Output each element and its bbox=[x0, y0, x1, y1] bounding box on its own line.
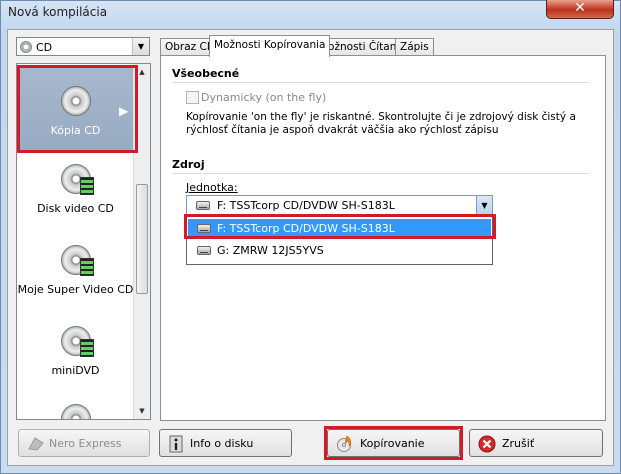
nero-express-button[interactable]: Nero Express bbox=[18, 429, 150, 457]
on-the-fly-checkbox[interactable] bbox=[186, 91, 199, 104]
chevron-down-icon[interactable]: ▼ bbox=[132, 38, 149, 55]
media-type-value: CD bbox=[36, 41, 53, 54]
nero-express-label: Nero Express bbox=[49, 437, 122, 450]
on-the-fly-warning: Kopírovanie 'on the fly' je riskantné. S… bbox=[186, 111, 576, 136]
disc-info-label: Info o disku bbox=[190, 437, 254, 450]
chevron-down-icon[interactable]: ▼ bbox=[476, 196, 492, 215]
window-title: Nová kompilácia bbox=[8, 5, 108, 19]
video-disc-icon bbox=[60, 164, 94, 195]
media-type-dropdown[interactable]: CD ▼ bbox=[16, 37, 150, 56]
source-section-title: Zdroj bbox=[172, 158, 205, 171]
general-section-title: Všeobecné bbox=[172, 67, 240, 80]
list-item-super-video-cd[interactable]: Moje Super Video CD bbox=[17, 245, 134, 305]
drive-option-g[interactable]: G: ZMRW 12JS5YVS bbox=[188, 241, 491, 261]
scroll-down-icon[interactable]: ▼ bbox=[134, 403, 150, 419]
drive-icon bbox=[197, 246, 211, 255]
disc-icon bbox=[60, 404, 91, 419]
tab-burn[interactable]: Zápis bbox=[395, 38, 434, 56]
section-divider bbox=[172, 173, 590, 174]
list-item-label: Moje Super Video CD bbox=[17, 283, 134, 296]
list-item-video-cd[interactable]: Disk video CD bbox=[17, 164, 134, 224]
list-item-label: Disk video CD bbox=[37, 202, 114, 215]
cancel-icon bbox=[478, 435, 496, 453]
scroll-thumb[interactable] bbox=[136, 184, 148, 294]
cancel-button[interactable]: Zrušiť bbox=[469, 429, 603, 457]
list-item-partial[interactable] bbox=[17, 404, 134, 419]
tab-copy-options[interactable]: Možnosti Kopírovania bbox=[209, 35, 331, 57]
cancel-label: Zrušiť bbox=[502, 437, 535, 450]
disc-info-button[interactable]: Info o disku bbox=[159, 429, 292, 457]
cd-icon bbox=[20, 41, 32, 53]
list-item-minidvd[interactable]: miniDVD bbox=[17, 326, 134, 386]
source-drive-value: F: TSSTcorp CD/DVDW SH-S183L bbox=[217, 199, 395, 212]
video-disc-icon bbox=[60, 326, 94, 357]
section-divider bbox=[172, 82, 590, 83]
highlight-box-copy-button bbox=[324, 426, 463, 460]
video-disc-icon bbox=[60, 245, 94, 276]
on-the-fly-label: Dynamicky (on the fly) bbox=[201, 91, 327, 104]
close-button[interactable]: ✕ bbox=[546, 0, 614, 19]
list-item-label: miniDVD bbox=[51, 364, 100, 377]
highlight-box-cd-copy bbox=[17, 65, 138, 153]
nero-express-icon bbox=[28, 437, 44, 451]
drive-icon bbox=[196, 201, 210, 210]
source-drive-dropdown[interactable]: F: TSSTcorp CD/DVDW SH-S183L ▼ bbox=[186, 195, 493, 216]
drive-option-label: G: ZMRW 12JS5YVS bbox=[217, 244, 324, 257]
highlight-box-drive-option bbox=[184, 214, 496, 239]
drive-label: Jednotka: bbox=[186, 181, 238, 194]
info-icon bbox=[169, 435, 183, 453]
